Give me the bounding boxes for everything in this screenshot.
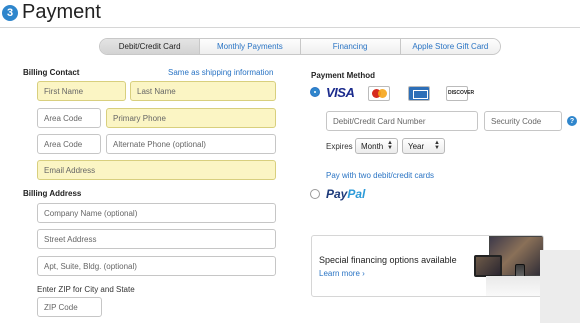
card-radio[interactable] xyxy=(310,87,320,97)
company-name-input[interactable]: Company Name (optional) xyxy=(37,203,276,223)
page-edge-shadow xyxy=(540,250,580,323)
billing-contact-label: Billing Contact xyxy=(23,68,80,77)
help-icon[interactable]: ? xyxy=(567,116,577,126)
last-name-input[interactable]: Last Name xyxy=(130,81,276,101)
amex-icon xyxy=(408,86,430,101)
alt-area-code-input[interactable]: Area Code xyxy=(37,134,101,154)
payment-tabs: Debit/Credit Card Monthly Payments Finan… xyxy=(99,38,501,55)
billing-address-label: Billing Address xyxy=(23,189,82,198)
header-divider xyxy=(0,27,580,28)
email-input[interactable]: Email Address xyxy=(37,160,276,180)
tab-apple-store-gift-card[interactable]: Apple Store Gift Card xyxy=(399,39,500,54)
tab-financing[interactable]: Financing xyxy=(299,39,400,54)
area-code-input[interactable]: Area Code xyxy=(37,108,101,128)
pay-with-two-cards-link[interactable]: Pay with two debit/credit cards xyxy=(326,171,434,180)
select-arrows-icon: ▲ ▼ xyxy=(387,140,393,151)
paypal-logo-pay: Pay xyxy=(326,187,348,201)
first-name-input[interactable]: First Name xyxy=(37,81,126,101)
tab-monthly-payments[interactable]: Monthly Payments xyxy=(199,39,300,54)
ipad-image xyxy=(474,255,502,277)
card-number-input[interactable]: Debit/Credit Card Number xyxy=(326,111,478,131)
expiry-month-value: Month xyxy=(361,141,384,151)
select-arrows-icon: ▲ ▼ xyxy=(434,140,440,151)
primary-phone-input[interactable]: Primary Phone xyxy=(106,108,276,128)
alternate-phone-input[interactable]: Alternate Phone (optional) xyxy=(106,134,276,154)
paypal-logo-pal: Pal xyxy=(347,187,366,201)
discover-logo-text: DISCOVER xyxy=(448,90,475,96)
security-code-input[interactable]: Security Code xyxy=(484,111,562,131)
paypal-radio[interactable] xyxy=(310,189,320,199)
same-as-shipping-link[interactable]: Same as shipping information xyxy=(168,68,273,77)
expires-label: Expires xyxy=(326,142,353,151)
mastercard-icon xyxy=(368,86,390,101)
expiry-year-select[interactable]: Year ▲ ▼ xyxy=(402,138,445,154)
paypal-logo: PayPal xyxy=(326,187,365,201)
promo-title: Special financing options available xyxy=(319,255,457,265)
learn-more-link[interactable]: Learn more › xyxy=(319,269,365,278)
step-number-badge: 3 xyxy=(2,5,18,21)
product-reflection xyxy=(486,276,543,296)
tab-debit-credit-card[interactable]: Debit/Credit Card xyxy=(100,39,200,54)
expiry-year-value: Year xyxy=(408,141,425,151)
page-title: Payment xyxy=(22,1,101,23)
zip-code-input[interactable]: ZIP Code xyxy=(37,297,102,317)
expiry-month-select[interactable]: Month ▲ ▼ xyxy=(355,138,398,154)
discover-icon: DISCOVER xyxy=(446,86,474,101)
zip-label: Enter ZIP for City and State xyxy=(37,285,135,294)
payment-method-label: Payment Method xyxy=(311,71,376,80)
apt-suite-input[interactable]: Apt, Suite, Bldg. (optional) xyxy=(37,256,276,276)
financing-promo-banner: Special financing options available Lear… xyxy=(311,235,544,297)
street-address-input[interactable]: Street Address xyxy=(37,229,276,249)
visa-logo: VISA xyxy=(326,85,355,100)
